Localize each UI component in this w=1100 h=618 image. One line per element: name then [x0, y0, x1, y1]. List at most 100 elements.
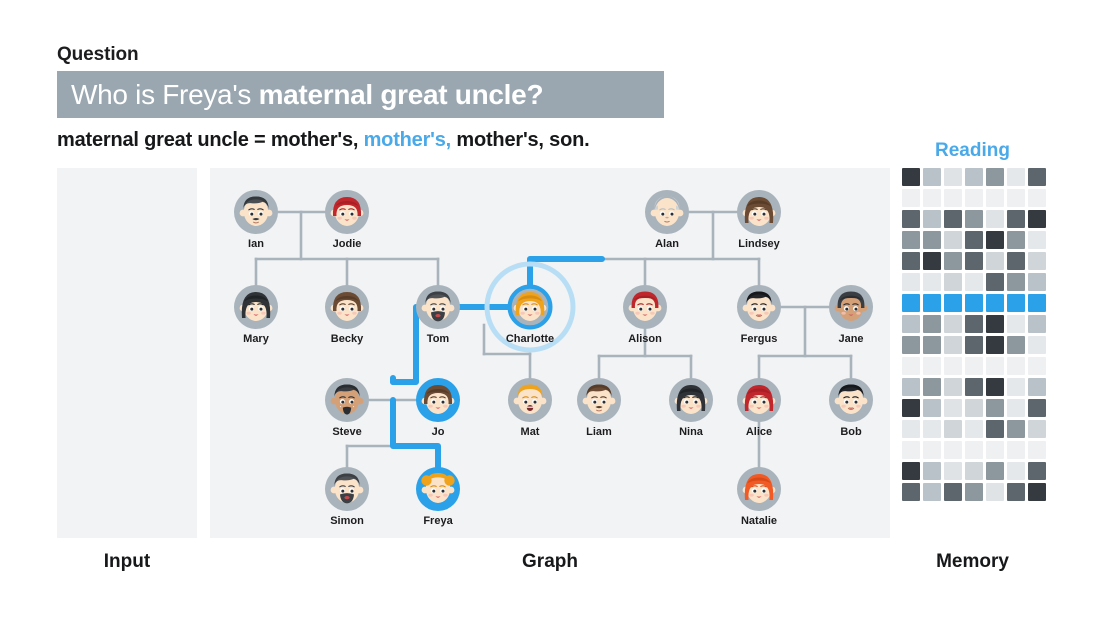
memory-cell: [923, 357, 941, 375]
memory-cell: [986, 399, 1004, 417]
memory-cell: [986, 462, 1004, 480]
memory-cell: [965, 189, 983, 207]
memory-cell: [944, 357, 962, 375]
avatar-eye-right: [441, 400, 445, 404]
graph-nodes: Ian Jodie Alan Lindsey Mary Becky Tom Charlotte…: [234, 190, 873, 527]
graph-node-charlotte[interactable]: Charlotte: [506, 284, 554, 345]
node-label-ian: Ian: [248, 238, 264, 250]
memory-cell: [944, 231, 962, 249]
graph-node-jo[interactable]: Jo: [416, 378, 460, 438]
memory-cell: [1028, 210, 1046, 228]
graph-node-bob[interactable]: Bob: [829, 378, 873, 438]
node-label-jane: Jane: [838, 333, 863, 345]
avatar-eye-right: [350, 400, 354, 404]
graph-node-tom[interactable]: Tom: [416, 285, 460, 345]
memory-cell: [965, 420, 983, 438]
memory-cell: [1028, 231, 1046, 249]
memory-cell: [902, 189, 920, 207]
avatar-eye-right: [854, 400, 858, 404]
avatar-eye-left: [341, 489, 345, 493]
node-label-alison: Alison: [628, 333, 662, 345]
memory-cell: [923, 231, 941, 249]
avatar-eye-left: [432, 489, 436, 493]
avatar-eye-left: [432, 400, 436, 404]
node-label-freya: Freya: [423, 515, 453, 527]
graph-node-steve[interactable]: Steve: [325, 378, 369, 438]
avatar-eye-left: [753, 400, 757, 404]
memory-cell: [1028, 483, 1046, 501]
memory-cell: [1007, 189, 1025, 207]
memory-cell: [965, 357, 983, 375]
memory-grid: [902, 168, 1046, 501]
memory-cell: [944, 315, 962, 333]
memory-cell: [1028, 357, 1046, 375]
node-label-steve: Steve: [332, 426, 361, 438]
node-label-alan: Alan: [655, 238, 679, 250]
graph-node-freya[interactable]: Freya: [416, 467, 460, 527]
memory-cell: [1007, 357, 1025, 375]
graph-node-mary[interactable]: Mary: [234, 285, 278, 345]
caption-graph: Graph: [522, 551, 578, 572]
memory-cell: [1007, 420, 1025, 438]
node-label-liam: Liam: [586, 426, 612, 438]
memory-cell: [965, 399, 983, 417]
graph-node-nina[interactable]: Nina: [669, 378, 713, 438]
question-banner: Who is Freya's maternal great uncle?: [57, 71, 664, 118]
memory-cell: [902, 357, 920, 375]
memory-cell-active: [923, 294, 941, 312]
memory-cell: [902, 273, 920, 291]
decomposition-prefix: maternal great uncle = mother's,: [57, 129, 364, 151]
memory-cell: [902, 231, 920, 249]
node-label-jo: Jo: [432, 426, 445, 438]
avatar-eye-right: [350, 307, 354, 311]
memory-cell: [1028, 399, 1046, 417]
memory-cell: [1028, 441, 1046, 459]
avatar-eye-left: [341, 212, 345, 216]
memory-cell: [1028, 420, 1046, 438]
memory-cell: [1007, 483, 1025, 501]
question-bold: maternal great uncle?: [258, 78, 544, 110]
memory-cell: [923, 210, 941, 228]
memory-cell: [965, 483, 983, 501]
memory-cell: [944, 273, 962, 291]
memory-cell-active: [986, 294, 1004, 312]
graph-node-alison[interactable]: Alison: [623, 285, 667, 345]
family-graph: Ian Jodie Alan Lindsey Mary Becky Tom Charlotte…: [234, 190, 873, 527]
avatar-eye-left: [753, 307, 757, 311]
node-label-nina: Nina: [679, 426, 704, 438]
graph-node-alan[interactable]: Alan: [645, 190, 689, 250]
graph-node-fergus[interactable]: Fergus: [737, 285, 781, 345]
graph-node-ian[interactable]: Ian: [234, 190, 278, 250]
memory-cell: [1028, 378, 1046, 396]
memory-cell: [944, 420, 962, 438]
memory-cell: [986, 231, 1004, 249]
memory-cell: [923, 483, 941, 501]
memory-cell: [902, 210, 920, 228]
avatar-eye-right: [762, 307, 766, 311]
graph-node-natalie[interactable]: Natalie: [737, 467, 781, 527]
graph-node-becky[interactable]: Becky: [325, 285, 369, 345]
memory-cell: [944, 252, 962, 270]
graph-node-liam[interactable]: Liam: [577, 378, 621, 438]
memory-cell: [986, 357, 1004, 375]
graph-node-mat[interactable]: Mat: [508, 378, 552, 438]
graph-node-jane[interactable]: Jane: [829, 285, 873, 345]
avatar-eye-left: [524, 400, 528, 404]
graph-node-alice[interactable]: Alice: [737, 378, 781, 438]
graph-node-jodie[interactable]: Jodie: [325, 190, 369, 250]
memory-cell: [1007, 462, 1025, 480]
memory-cell: [944, 483, 962, 501]
memory-cell: [923, 252, 941, 270]
avatar-eye-left: [685, 400, 689, 404]
graph-node-simon[interactable]: Simon: [325, 467, 369, 527]
graph-node-lindsey[interactable]: Lindsey: [737, 190, 781, 250]
caption-input: Input: [103, 551, 151, 572]
memory-cell: [923, 168, 941, 186]
avatar-eye-right: [694, 400, 698, 404]
memory-cell: [1007, 315, 1025, 333]
decomposition-highlight: mother's,: [363, 129, 452, 151]
memory-cell-active: [944, 294, 962, 312]
avatar-eye-right: [350, 489, 354, 493]
memory-cell: [986, 378, 1004, 396]
avatar-eye-right: [762, 212, 766, 216]
